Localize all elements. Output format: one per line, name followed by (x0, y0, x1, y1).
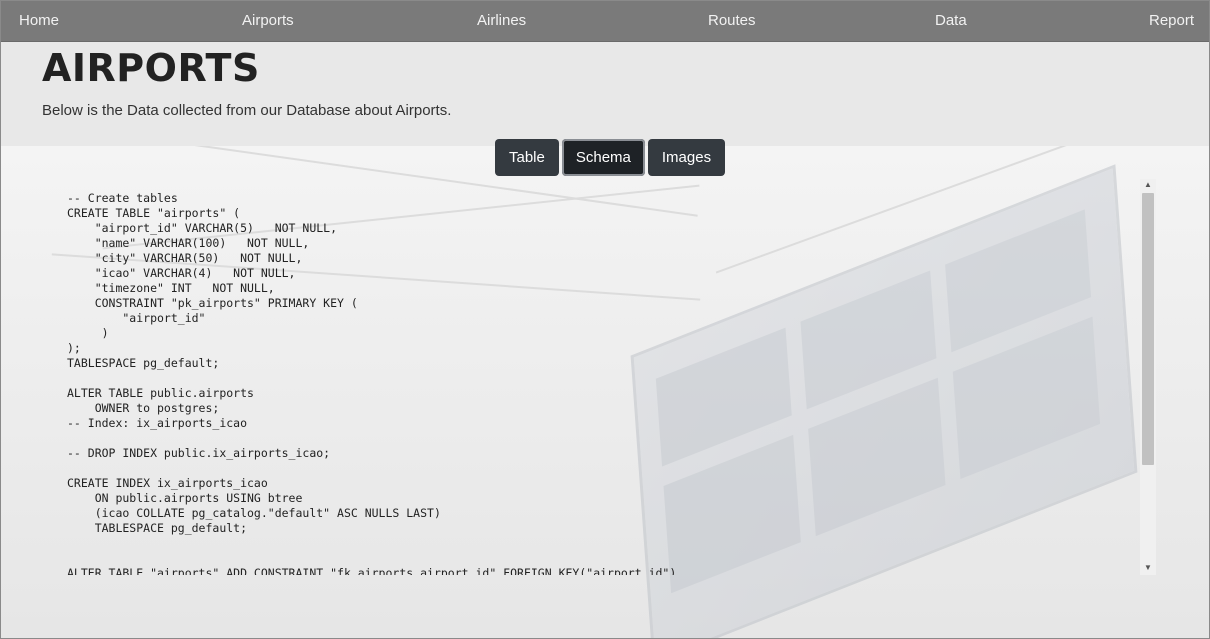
browser-viewport: Home Airports Airlines Routes Data Repor… (0, 0, 1210, 639)
nav-report-link[interactable]: Report (1149, 12, 1194, 29)
page-title: AIRPORTS (42, 46, 260, 90)
tab-table[interactable]: Table (495, 139, 559, 176)
scroll-thumb[interactable] (1142, 193, 1154, 465)
page-subtitle: Below is the Data collected from our Dat… (42, 102, 452, 119)
tab-images[interactable]: Images (647, 139, 726, 176)
top-navbar: Home Airports Airlines Routes Data Repor… (1, 1, 1209, 42)
nav-home-link[interactable]: Home (19, 12, 59, 29)
schema-code-panel[interactable]: -- Create tables CREATE TABLE "airports"… (1, 179, 1156, 575)
schema-sql-code: -- Create tables CREATE TABLE "airports"… (67, 191, 677, 575)
nav-data-link[interactable]: Data (935, 12, 967, 29)
page-header: AIRPORTS Below is the Data collected fro… (1, 42, 1209, 146)
nav-airlines-link[interactable]: Airlines (477, 12, 526, 29)
scroll-down-arrow-icon[interactable]: ▼ (1140, 562, 1156, 574)
code-scrollbar[interactable]: ▲ ▼ (1140, 179, 1156, 575)
tab-schema[interactable]: Schema (561, 139, 645, 176)
nav-routes-link[interactable]: Routes (708, 12, 756, 29)
nav-airports-link[interactable]: Airports (242, 12, 294, 29)
scroll-up-arrow-icon[interactable]: ▲ (1140, 179, 1156, 191)
view-tabs: Table Schema Images (495, 139, 726, 177)
